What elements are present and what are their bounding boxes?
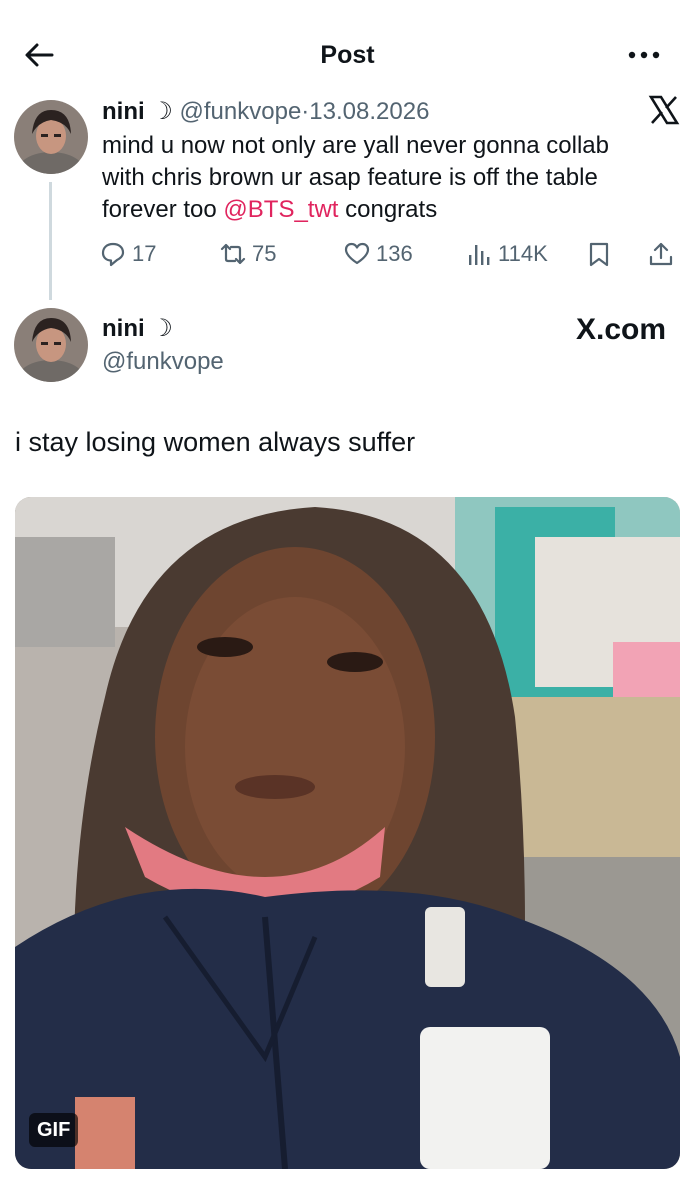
share-icon [649,242,673,266]
post-media-gif[interactable]: GIF [15,497,680,1169]
post-date[interactable]: 13.08.2026 [309,98,429,125]
bookmark-icon [589,242,609,267]
share-button[interactable] [648,236,674,272]
like-count: 136 [376,241,413,266]
avatar-image [14,308,88,382]
avatar[interactable] [14,308,88,382]
author-name[interactable]: nini ☽ [102,98,173,125]
heart-icon [344,242,370,265]
reply-count: 17 [132,241,157,266]
action-bar: 17 75 136 114K [100,236,680,272]
retweet-icon [220,243,246,265]
mention-link[interactable]: @BTS_twt [223,196,338,223]
page-title: Post [320,41,375,69]
bookmark-button[interactable] [586,236,612,272]
reply-button[interactable]: 17 [100,236,156,272]
author-handle[interactable]: @funkvope [102,346,224,378]
post-text: i stay losing women always suffer [15,427,416,457]
avatar-image [14,100,88,174]
like-button[interactable]: 136 [344,236,413,272]
author-name[interactable]: nini ☽ [102,313,173,345]
avatar[interactable] [14,100,88,174]
quoted-post-text: mind u now not only are yall never gonna… [102,130,647,226]
views-chart-icon [469,245,490,265]
x-logo-icon [648,94,680,126]
quoted-header: nini ☽ @funkvope·13.08.2026 [102,96,429,128]
thread-line [49,182,52,300]
view-count: 114K [498,241,548,266]
author-handle[interactable]: @funkvope [180,98,302,125]
retweet-button[interactable]: 75 [220,236,276,272]
views-button[interactable]: 114K [466,236,548,272]
reply-icon [101,242,125,267]
gif-image [15,497,680,1169]
more-dots-icon [628,51,660,59]
brand-label: X.com [575,313,666,346]
more-options-button[interactable] [622,38,666,72]
gif-badge: GIF [29,1113,79,1147]
post-text-part: congrats [338,196,438,223]
retweet-count: 75 [252,241,277,266]
